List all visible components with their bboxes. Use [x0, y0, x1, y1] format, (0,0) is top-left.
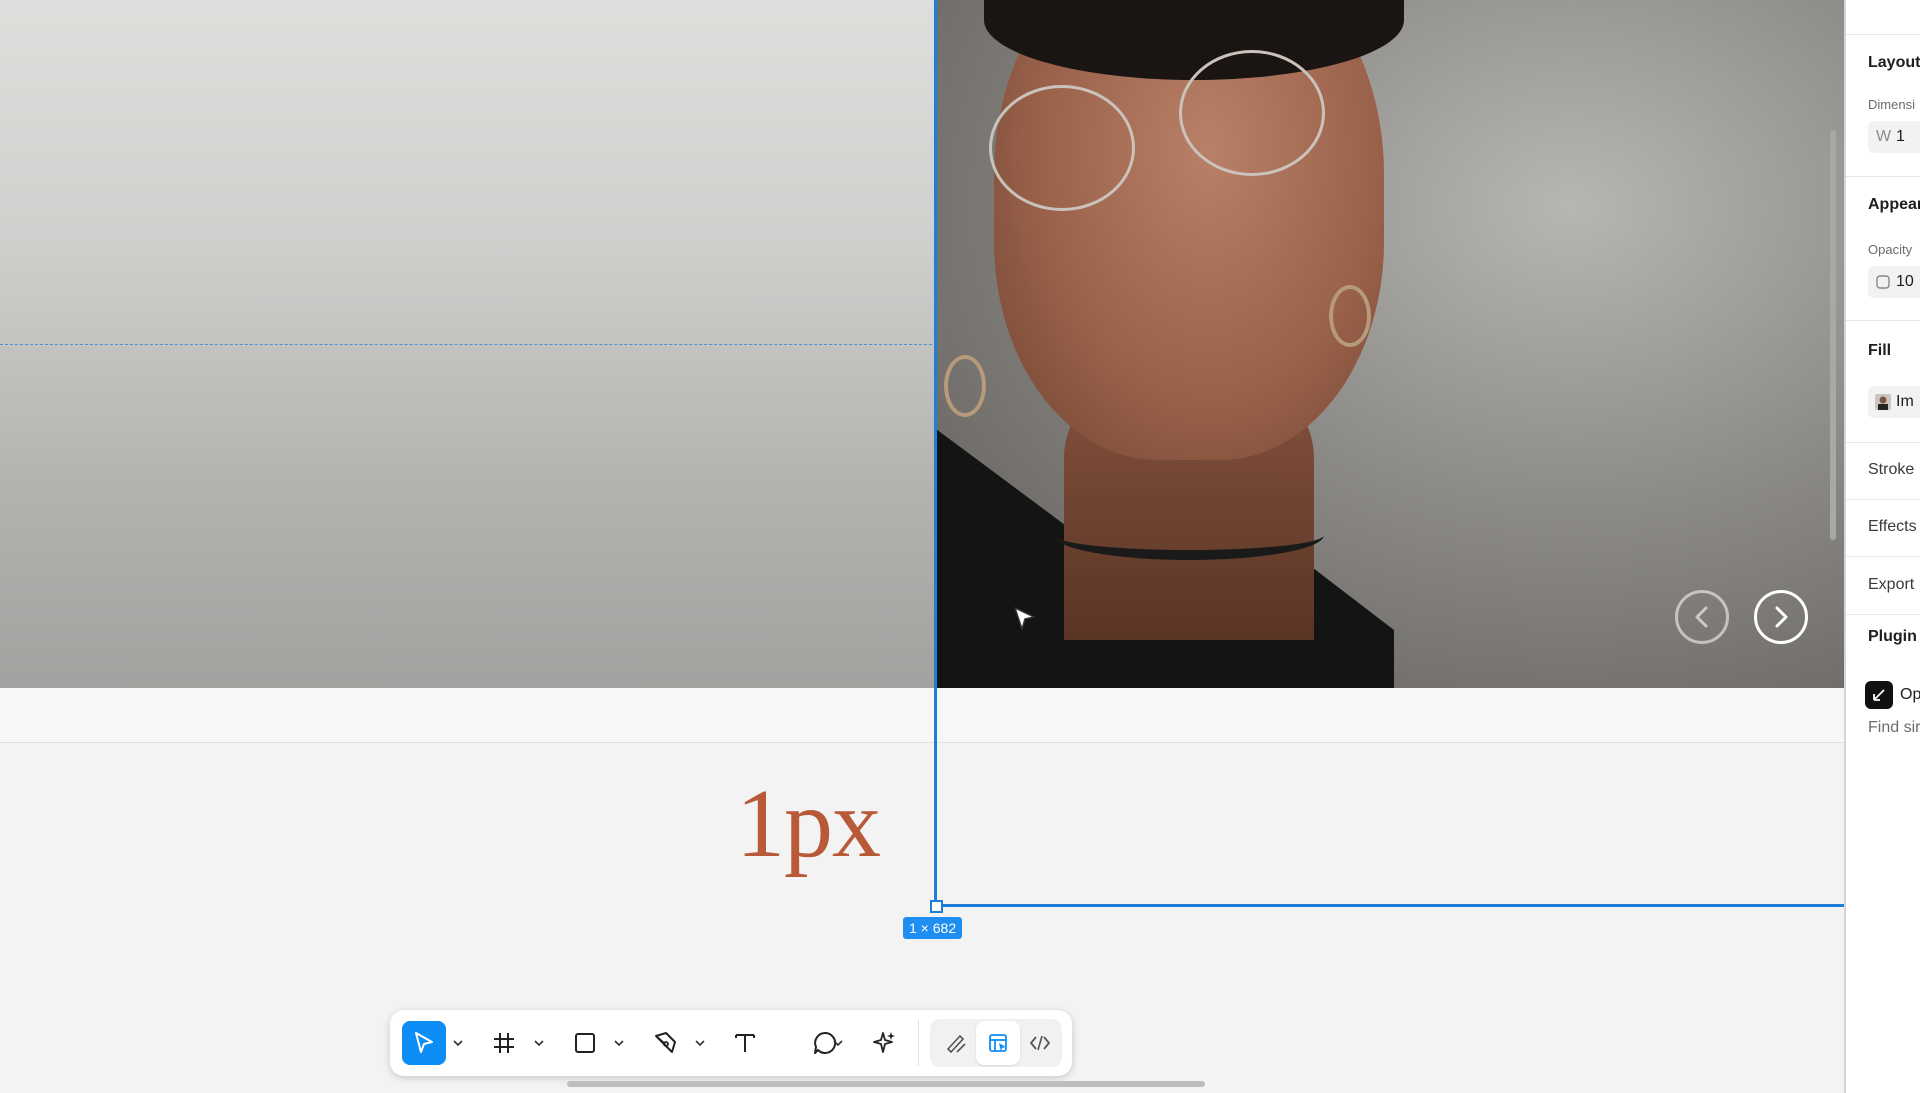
- panel-scrollbar[interactable]: [1830, 130, 1836, 540]
- cursor-arrow-icon: [415, 1032, 433, 1053]
- properties-panel: Layout Dimensi W 1 Appear Opacity 10 Fil…: [1844, 0, 1920, 1093]
- plugin-icon[interactable]: [1865, 681, 1893, 709]
- chevron-down-icon[interactable]: [694, 1037, 706, 1049]
- design-layout-icon: [989, 1034, 1007, 1052]
- text-t-icon: [735, 1034, 755, 1052]
- selection-line-horizontal[interactable]: [934, 904, 1844, 907]
- selection-line-vertical[interactable]: [934, 0, 937, 906]
- pen-nib-icon: [655, 1032, 676, 1053]
- dimensions-label: Dimensi: [1868, 97, 1915, 112]
- design-mode-button[interactable]: [976, 1021, 1020, 1065]
- horizontal-scrollbar[interactable]: [567, 1081, 1205, 1087]
- panel-divider: [1846, 34, 1920, 35]
- panel-divider: [1846, 614, 1920, 615]
- chevron-down-icon[interactable]: [533, 1037, 545, 1049]
- plugin-name[interactable]: Op: [1900, 686, 1920, 704]
- draw-mode-button[interactable]: [934, 1021, 978, 1065]
- panel-divider: [1846, 556, 1920, 557]
- image-fill-icon: [1875, 394, 1891, 410]
- chevron-down-icon[interactable]: [832, 1037, 844, 1049]
- dev-mode-button[interactable]: [1018, 1021, 1062, 1065]
- dimension-badge: 1 × 682: [903, 917, 963, 939]
- design-canvas[interactable]: 1px 1 × 682: [0, 0, 1844, 1093]
- pencil-draw-icon: [946, 1034, 966, 1054]
- frame-hash-icon: [494, 1033, 514, 1053]
- chevron-down-icon[interactable]: [452, 1037, 464, 1049]
- opacity-icon: [1876, 275, 1890, 289]
- code-brackets-icon: [1029, 1035, 1051, 1051]
- ai-tool-button[interactable]: [862, 1021, 906, 1065]
- alignment-guide: [0, 344, 932, 345]
- panel-divider: [1846, 442, 1920, 443]
- plugin-subtitle: Find sir: [1868, 719, 1920, 736]
- panel-divider: [1846, 320, 1920, 321]
- resize-handle[interactable]: [930, 900, 943, 913]
- plugin-heading: Plugin: [1868, 628, 1917, 645]
- carousel-next-button[interactable]: [1754, 590, 1808, 644]
- chevron-right-icon: [1775, 606, 1788, 628]
- glasses-lens-right: [1179, 50, 1325, 176]
- opacity-label: Opacity: [1868, 242, 1913, 257]
- bottom-toolbar: [390, 1010, 1072, 1076]
- canvas-strip: [0, 688, 1844, 743]
- frame-tool-button[interactable]: [482, 1021, 526, 1065]
- export-heading[interactable]: Export: [1868, 576, 1914, 594]
- width-field[interactable]: W 1: [1868, 121, 1920, 153]
- fill-field[interactable]: Im: [1868, 386, 1920, 418]
- portrait-image[interactable]: [934, 0, 1844, 688]
- fill-heading: Fill: [1868, 342, 1892, 359]
- glasses-lens-left: [989, 85, 1135, 211]
- toolbar-divider: [918, 1020, 919, 1066]
- carousel-prev-button[interactable]: [1675, 590, 1729, 644]
- text-tool-button[interactable]: [723, 1021, 767, 1065]
- width-value[interactable]: 1: [1896, 128, 1905, 146]
- plugin-logo-icon: [1873, 689, 1885, 701]
- pen-tool-button[interactable]: [643, 1021, 687, 1065]
- stroke-heading[interactable]: Stroke: [1868, 461, 1914, 479]
- opacity-field[interactable]: 10: [1868, 266, 1920, 298]
- chevron-left-icon: [1695, 606, 1708, 628]
- layout-heading: Layout: [1868, 54, 1920, 71]
- measure-label[interactable]: 1px: [736, 775, 881, 873]
- fill-value[interactable]: Im: [1896, 393, 1914, 411]
- panel-divider: [1846, 499, 1920, 500]
- effects-heading[interactable]: Effects: [1868, 518, 1917, 536]
- earring-right: [1329, 285, 1371, 347]
- move-tool-button[interactable]: [402, 1021, 446, 1065]
- choker: [1054, 510, 1324, 560]
- mouse-cursor-icon: [1014, 607, 1035, 630]
- opacity-value[interactable]: 10: [1896, 273, 1914, 291]
- rectangle-icon: [575, 1033, 595, 1053]
- rectangle-tool-button[interactable]: [563, 1021, 607, 1065]
- chevron-down-icon[interactable]: [613, 1037, 625, 1049]
- earring-left: [944, 355, 986, 417]
- panel-divider: [1846, 176, 1920, 177]
- appearance-heading: Appear: [1868, 196, 1920, 213]
- sparkle-icon: [873, 1032, 895, 1053]
- width-prefix: W: [1876, 128, 1892, 145]
